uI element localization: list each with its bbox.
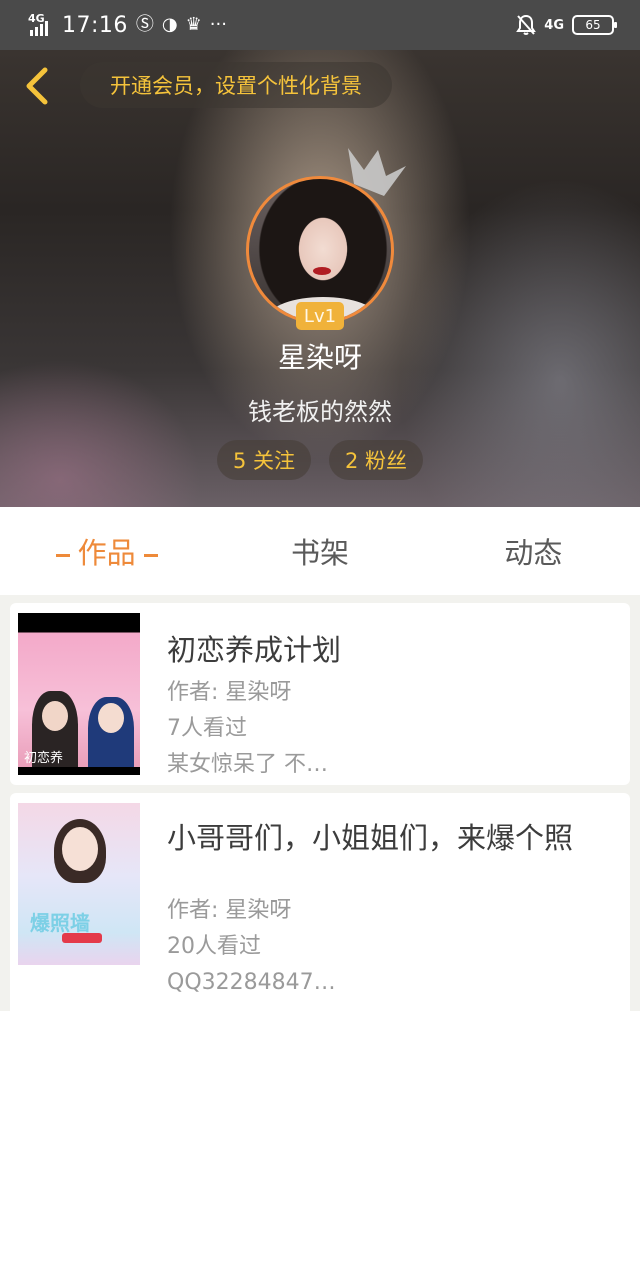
cover-title: 爆照墙: [30, 911, 90, 935]
network-type-right: 4G: [544, 17, 564, 33]
active-indicator: [55, 553, 70, 557]
sim-icon: Ⓢ: [135, 14, 154, 35]
vip-banner[interactable]: 开通会员，设置个性化背景: [80, 62, 392, 108]
back-button[interactable]: [16, 64, 56, 108]
signal-icon: 4G: [28, 12, 54, 36]
tab-bar: 作品 书架 动态: [0, 507, 640, 595]
work-excerpt: 某女惊呆了 不…: [167, 752, 328, 777]
work-cover[interactable]: 初恋养: [18, 613, 140, 775]
work-card[interactable]: 初恋养 初恋养成计划 作者: 星染呀 7人看过 某女惊呆了 不…: [10, 603, 630, 785]
work-title[interactable]: 初恋养成计划: [167, 627, 630, 669]
tab-works-label: 作品: [77, 536, 136, 570]
work-views: 7人看过: [167, 716, 247, 741]
status-right: 4G 65: [516, 14, 617, 36]
work-title[interactable]: 小哥哥们，小姐姐们，来爆个照: [167, 815, 630, 857]
nickname: 星染呀: [277, 341, 362, 374]
work-author: 作者: 星染呀: [167, 898, 292, 923]
clock: 17:16: [62, 12, 128, 38]
signature: 钱老板的然然: [248, 398, 392, 426]
mute-bell-icon: [516, 14, 537, 35]
following-button[interactable]: 5 关注: [216, 440, 311, 480]
status-bar: 4G 17:16 Ⓢ ◑ ♛ ··· 4G 65: [0, 0, 640, 50]
work-views: 20人看过: [167, 934, 261, 959]
stats-row: 5 关注 2 粉丝: [0, 440, 640, 480]
level-badge: Lv1: [296, 302, 344, 330]
battery-icon: 65: [572, 15, 617, 35]
work-card[interactable]: 爆照墙 小哥哥们，小姐姐们，来爆个照 作者: 星染呀 20人看过 QQ32284…: [10, 793, 630, 1013]
more-dots-icon: ···: [209, 14, 227, 35]
chevron-left-icon: [26, 67, 48, 105]
work-cover[interactable]: 爆照墙: [18, 803, 140, 965]
followers-label: 2 粉丝: [345, 449, 408, 473]
tab-activity-label: 动态: [504, 536, 563, 570]
tab-bookshelf[interactable]: 书架: [213, 530, 426, 572]
followers-button[interactable]: 2 粉丝: [329, 440, 424, 480]
works-list: 初恋养 初恋养成计划 作者: 星染呀 7人看过 某女惊呆了 不… 爆照墙 小哥哥…: [0, 595, 640, 1013]
following-label: 5 关注: [232, 449, 295, 473]
tab-activity[interactable]: 动态: [427, 530, 640, 572]
battery-level: 65: [585, 18, 601, 32]
crown-icon: ♛: [185, 14, 202, 35]
work-author: 作者: 星染呀: [167, 680, 292, 705]
work-info: 小哥哥们，小姐姐们，来爆个照 作者: 星染呀 20人看过 QQ32284847…: [167, 815, 630, 1001]
status-left: 4G 17:16 Ⓢ ◑ ♛ ···: [28, 12, 227, 38]
active-indicator: [143, 553, 158, 557]
profile-header: 开通会员，设置个性化背景 Lv1 星染呀 钱老板的然然 5 关注 2 粉丝: [0, 50, 640, 507]
tab-works[interactable]: 作品: [0, 530, 213, 572]
work-excerpt: QQ32284847…: [167, 970, 336, 995]
cover-title: 初恋养: [24, 751, 64, 766]
pepsi-icon: ◑: [161, 14, 178, 35]
work-info: 初恋养成计划 作者: 星染呀 7人看过 某女惊呆了 不…: [167, 627, 630, 783]
tab-bookshelf-label: 书架: [290, 536, 349, 570]
